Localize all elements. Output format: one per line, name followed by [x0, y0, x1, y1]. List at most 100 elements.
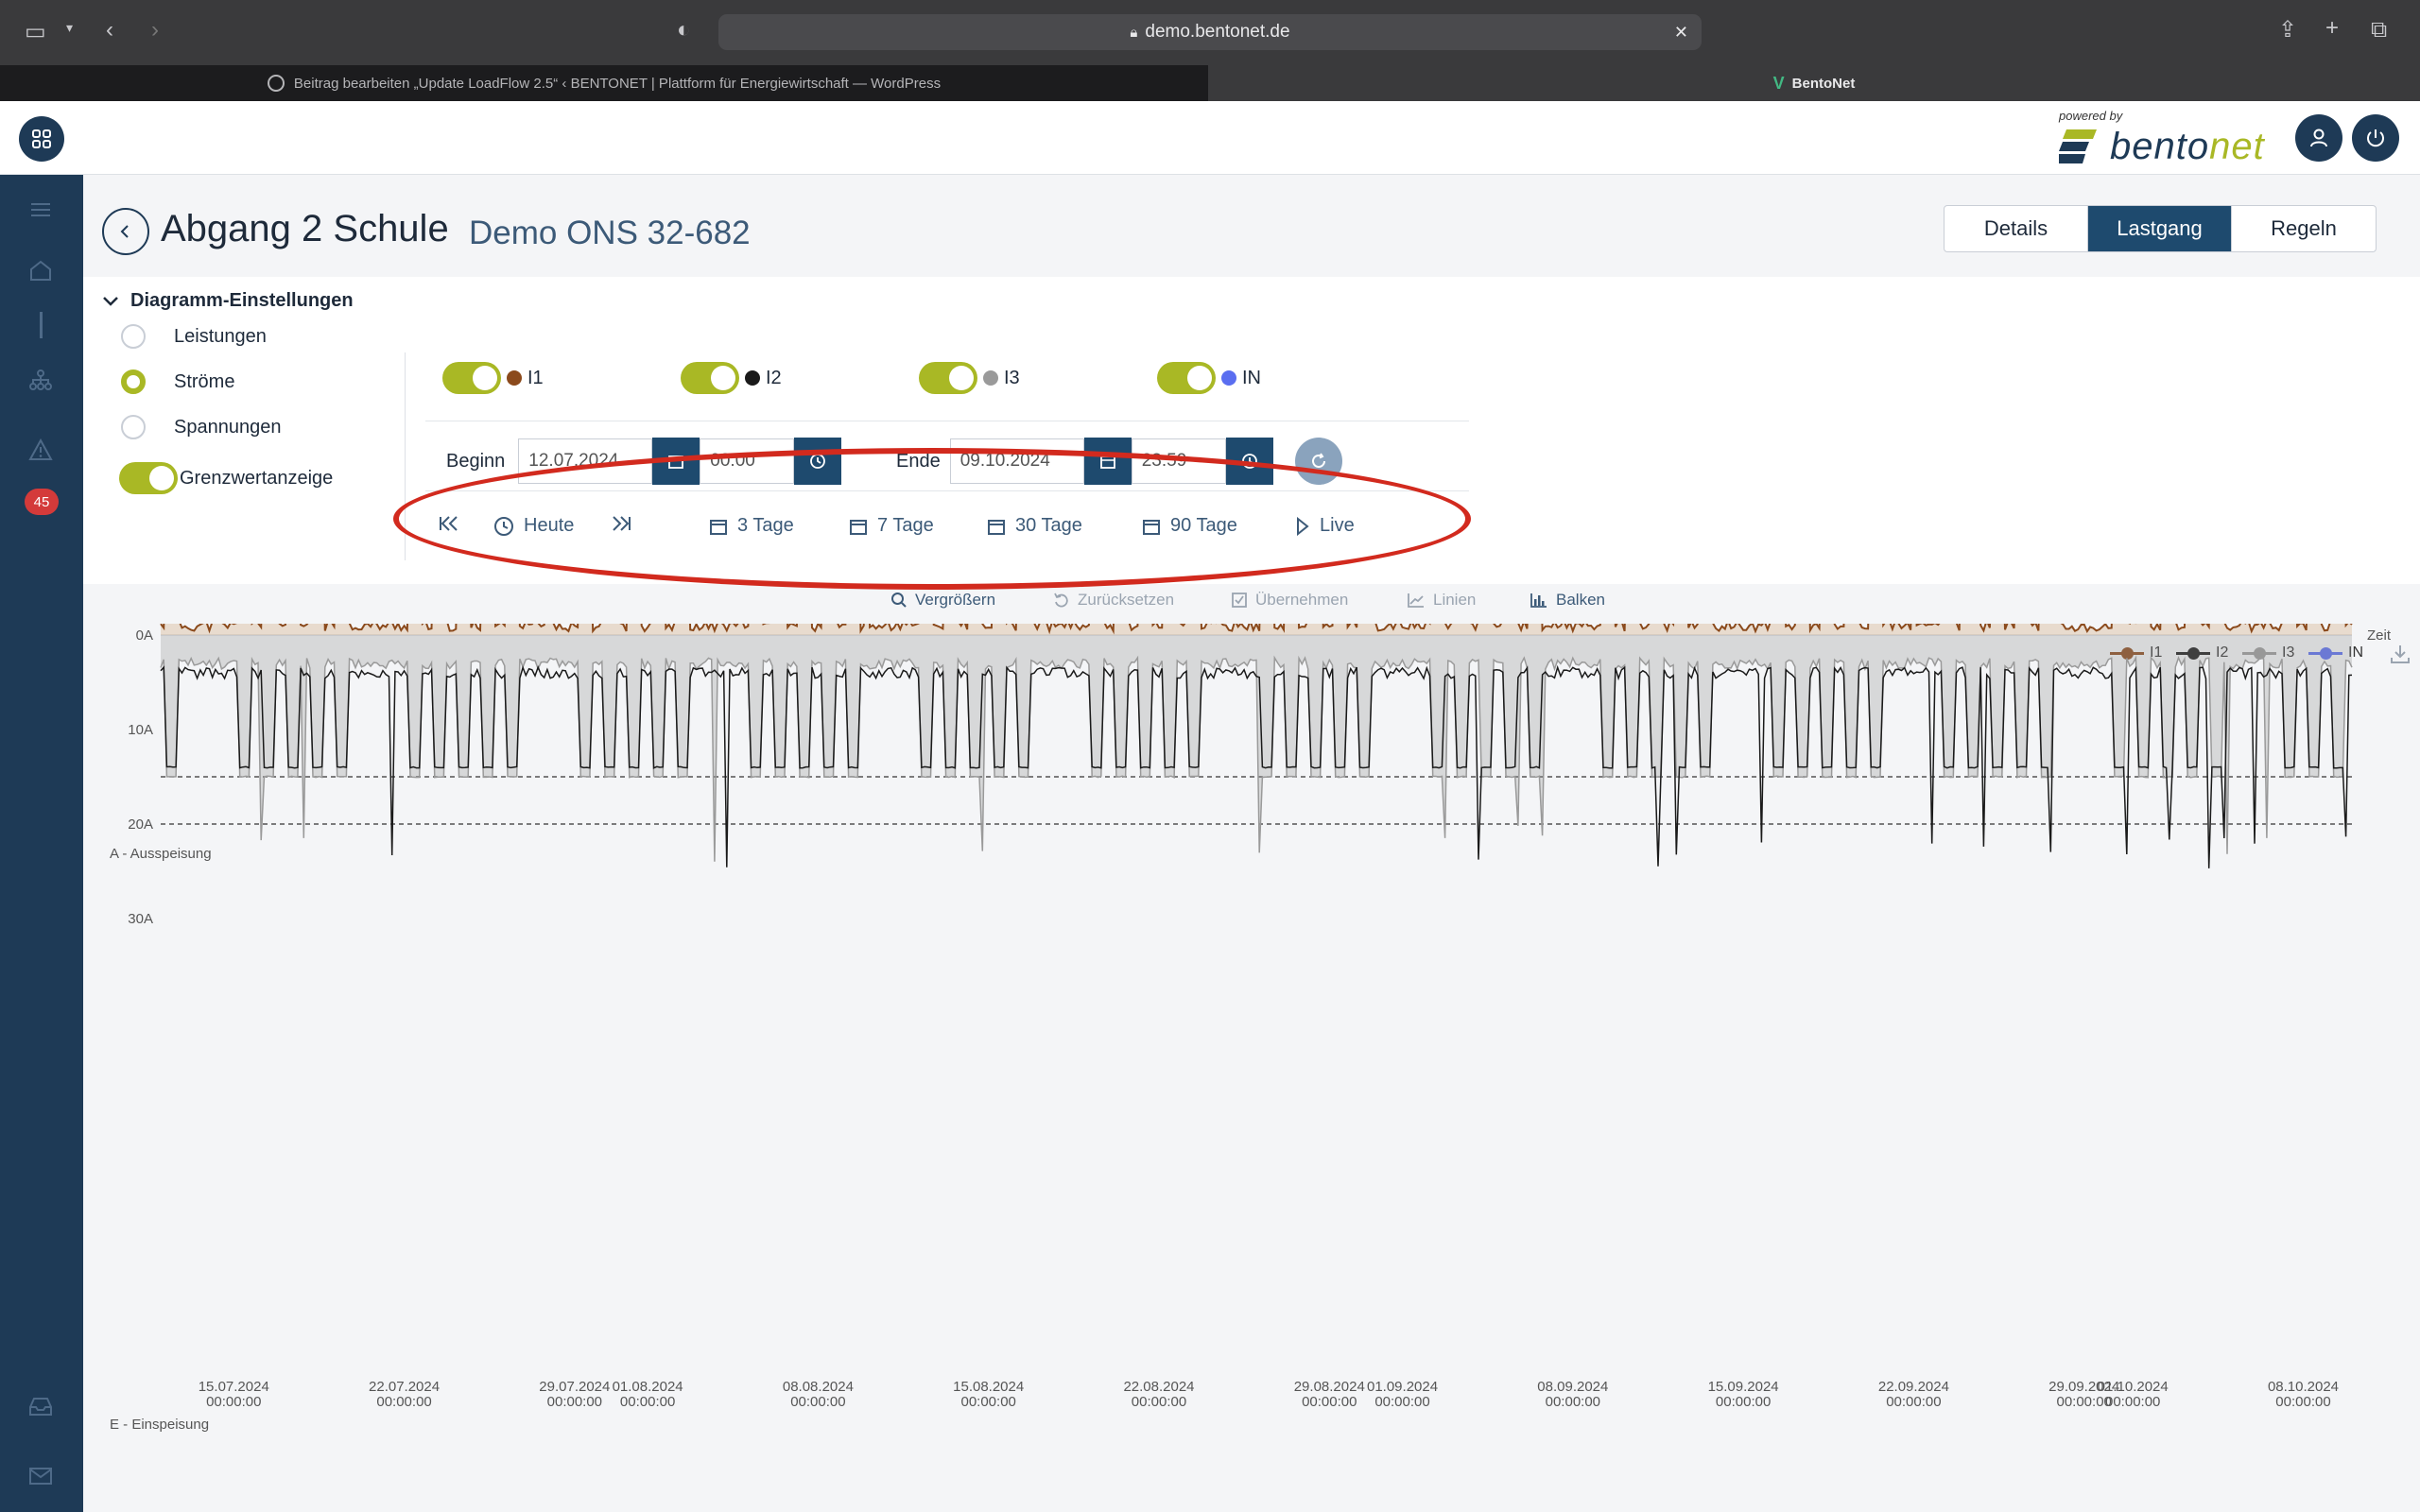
toggle-switch[interactable]	[919, 362, 977, 394]
phase-label: I3	[1004, 367, 1020, 388]
phase-label: I2	[766, 367, 782, 388]
radio-button[interactable]	[121, 415, 146, 439]
x-tick-label: 22.07.2024	[369, 1379, 440, 1395]
lines-view-button[interactable]: Linien	[1407, 591, 1476, 610]
x-tick-label: 08.09.2024	[1537, 1379, 1608, 1395]
phase-toggle-in[interactable]: IN	[1157, 362, 1261, 394]
grid-icon	[32, 129, 51, 148]
x-tick-label: 15.09.2024	[1708, 1379, 1779, 1395]
clear-icon[interactable]: ✕	[1674, 23, 1688, 43]
sidebar-toggle-icon[interactable]: ▭	[25, 21, 46, 43]
back-button[interactable]	[102, 208, 149, 255]
tab-overview-icon[interactable]: ⧉	[2371, 19, 2387, 42]
highlight-annotation	[393, 448, 1471, 590]
x-tick-label: 01.10.2024	[2098, 1379, 2169, 1395]
logout-button[interactable]	[2352, 114, 2399, 162]
phase-label: I1	[527, 367, 544, 388]
x-tick-time-label: 00:00:00	[2056, 1394, 2111, 1410]
x-tick-time-label: 00:00:00	[1546, 1394, 1600, 1410]
new-tab-icon[interactable]: +	[2325, 17, 2339, 40]
network-icon[interactable]	[26, 366, 55, 394]
alert-count-badge[interactable]: 45	[25, 489, 59, 515]
browser-tab-bentonet[interactable]: V BentoNet	[1208, 65, 2420, 101]
back-arrow-icon[interactable]: ‹	[106, 19, 113, 42]
x-tick-label: 15.08.2024	[953, 1379, 1024, 1395]
x-tick-label: 08.08.2024	[783, 1379, 854, 1395]
forward-arrow-icon[interactable]: ›	[151, 19, 159, 42]
sidebar: 45	[0, 175, 83, 1512]
x-tick-time-label: 00:00:00	[1132, 1394, 1186, 1410]
chevron-down-icon[interactable]: ▾	[66, 21, 73, 34]
series-color-dot	[507, 370, 522, 386]
undo-icon	[1054, 593, 1068, 608]
toolbar-label: Balken	[1556, 591, 1605, 609]
user-profile-button[interactable]	[2295, 114, 2342, 162]
toggle-label: Grenzwertanzeige	[180, 467, 334, 489]
begin-label: Beginn	[446, 450, 506, 472]
x-tick-time-label: 00:00:00	[376, 1394, 431, 1410]
series-color-dot	[1221, 370, 1236, 386]
radio-button[interactable]	[121, 369, 146, 394]
x-tick-label: 01.09.2024	[1367, 1379, 1438, 1395]
y-tick-label: 20A	[128, 816, 153, 833]
bars-view-button[interactable]: Balken	[1530, 591, 1605, 610]
menu-icon[interactable]	[26, 196, 55, 224]
series-color-dot	[983, 370, 998, 386]
settings-heading: Diagramm-Einstellungen	[130, 290, 354, 311]
warning-icon[interactable]	[26, 436, 55, 464]
address-bar[interactable]: 🔒︎ demo.bentonet.de ✕	[718, 14, 1702, 50]
zoom-button[interactable]: Vergrößern	[890, 591, 995, 610]
tab-lastgang[interactable]: Lastgang	[2088, 206, 2232, 251]
main-content: Abgang 2 Schule Demo ONS 32-682 Details …	[83, 175, 2420, 1512]
toggle-switch[interactable]	[681, 362, 739, 394]
tab-details[interactable]: Details	[1945, 206, 2088, 251]
mode-radio-stroeme[interactable]: Ströme	[121, 369, 234, 394]
x-tick-time-label: 00:00:00	[206, 1394, 261, 1410]
page-title: Abgang 2 Schule	[161, 208, 449, 249]
radio-button[interactable]	[121, 324, 146, 349]
wordpress-icon	[267, 75, 285, 92]
settings-collapse-toggle[interactable]: Diagramm-Einstellungen	[102, 290, 354, 312]
search-icon	[891, 593, 907, 608]
toolbar-label: Übernehmen	[1255, 591, 1349, 609]
browser-tab-bar: Beitrag bearbeiten „Update LoadFlow 2.5“…	[0, 65, 2420, 101]
phase-toggle-i3[interactable]: I3	[919, 362, 1020, 394]
x-tick-time-label: 00:00:00	[2275, 1394, 2330, 1410]
browser-tab-wordpress[interactable]: Beitrag bearbeiten „Update LoadFlow 2.5“…	[0, 65, 1208, 101]
reset-button[interactable]: Zurücksetzen	[1053, 591, 1174, 610]
limit-display-toggle-row[interactable]: Grenzwertanzeige	[119, 462, 333, 494]
x-tick-time-label: 00:00:00	[620, 1394, 675, 1410]
home-icon[interactable]	[26, 256, 55, 284]
apply-button[interactable]: Übernehmen	[1231, 591, 1348, 610]
tab-label: Beitrag bearbeiten „Update LoadFlow 2.5“…	[293, 75, 942, 92]
mode-radio-leistungen[interactable]: Leistungen	[121, 324, 267, 349]
view-tabs: Details Lastgang Regeln	[1944, 205, 2377, 252]
y-tick-label: 10A	[128, 722, 153, 738]
chevron-down-icon	[103, 296, 118, 306]
y-tick-label: 30A	[128, 911, 153, 927]
phase-toggle-i1[interactable]: I1	[442, 362, 544, 394]
inbox-icon[interactable]	[26, 1392, 55, 1420]
phase-label: IN	[1242, 367, 1261, 388]
mail-icon[interactable]	[26, 1462, 55, 1490]
series-color-dot	[745, 370, 760, 386]
toggle-switch[interactable]	[1157, 362, 1216, 394]
toolbar-label: Vergrößern	[915, 591, 996, 609]
share-icon[interactable]: ⇪	[2278, 19, 2297, 42]
load-profile-chart[interactable]: A - Ausspeisung E - Einspeisung Zeit 20A 10A…	[83, 624, 2420, 1455]
browser-toolbar: ▭ ▾ ‹ › ◐ 🔒︎ demo.bentonet.de ✕ ⇪ + ⧉	[0, 0, 2420, 65]
x-tick-label: 22.08.2024	[1123, 1379, 1194, 1395]
powered-by-label: powered by	[2059, 109, 2123, 123]
tab-regeln[interactable]: Regeln	[2232, 206, 2376, 251]
toolbar-label: Zurücksetzen	[1078, 591, 1175, 609]
x-axis-label: Zeit	[2367, 627, 2392, 644]
apps-grid-button[interactable]	[19, 116, 64, 162]
mode-radio-spannungen[interactable]: Spannungen	[121, 415, 281, 439]
phase-toggle-i2[interactable]: I2	[681, 362, 782, 394]
toggle-switch[interactable]	[442, 362, 501, 394]
x-tick-time-label: 00:00:00	[790, 1394, 845, 1410]
privacy-shield-icon[interactable]: ◐	[677, 19, 691, 42]
limit-display-toggle[interactable]	[119, 462, 178, 494]
x-tick-label: 08.10.2024	[2268, 1379, 2339, 1395]
x-tick-time-label: 00:00:00	[1716, 1394, 1771, 1410]
